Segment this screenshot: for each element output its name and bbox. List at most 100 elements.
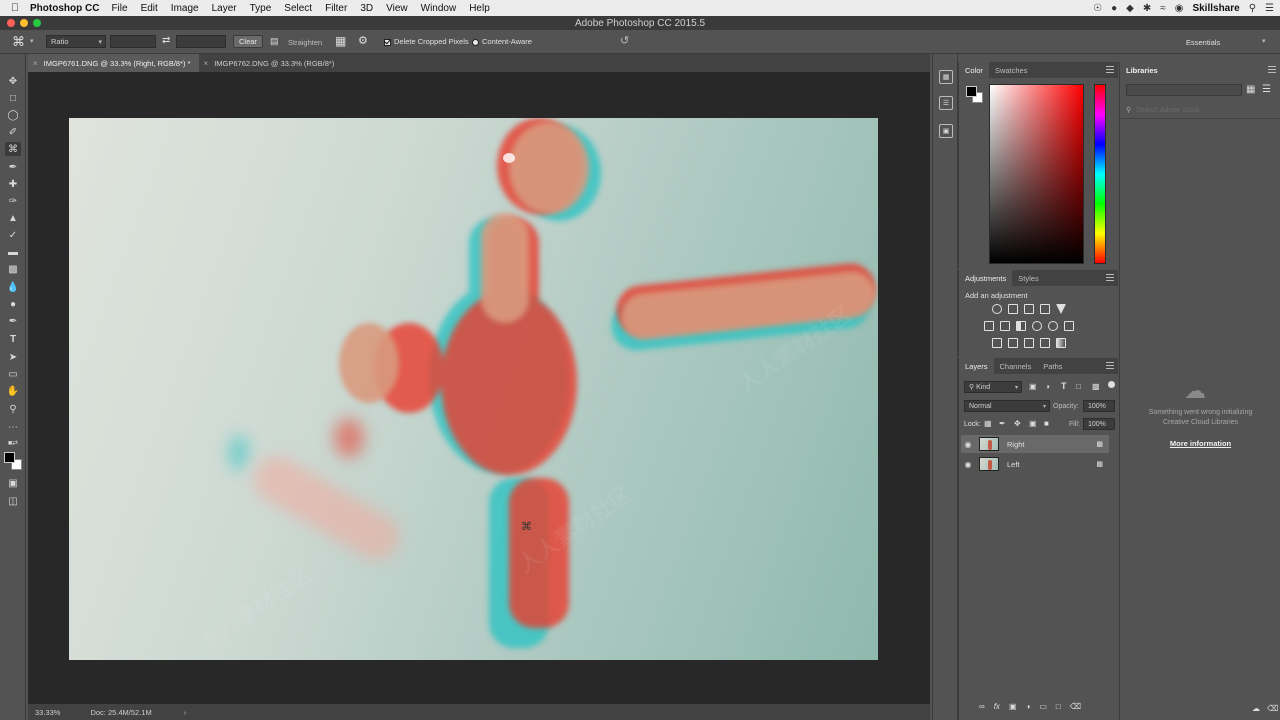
- tab-adjustments[interactable]: Adjustments: [959, 270, 1013, 286]
- marquee-tool-icon[interactable]: □: [5, 91, 21, 105]
- filter-type-icon[interactable]: T: [1061, 381, 1067, 391]
- menu-window[interactable]: Window: [421, 3, 457, 14]
- rectangle-tool-icon[interactable]: ▭: [5, 367, 21, 381]
- spotlight-search-icon[interactable]: ⚲: [1249, 3, 1256, 14]
- new-layer-icon[interactable]: □: [1056, 702, 1061, 711]
- minimize-window-button[interactable]: [20, 19, 28, 27]
- tab-paths[interactable]: Paths: [1037, 358, 1068, 374]
- ratio-width-field[interactable]: [110, 35, 156, 48]
- tab-styles[interactable]: Styles: [1012, 270, 1044, 286]
- lock-artboard-icon[interactable]: ▣: [1029, 419, 1037, 428]
- properties-panel-icon[interactable]: ☰: [939, 96, 953, 110]
- pen-tool-icon[interactable]: ✒: [5, 314, 21, 328]
- eraser-tool-icon[interactable]: ▬: [5, 245, 21, 259]
- close-window-button[interactable]: [7, 19, 15, 27]
- delete-cropped-checkbox[interactable]: Delete Cropped Pixels: [384, 37, 469, 46]
- overlay-grid-icon[interactable]: ▦: [335, 34, 346, 48]
- app-menu[interactable]: Photoshop CC: [30, 3, 99, 14]
- filter-toggle-icon[interactable]: [1108, 381, 1115, 388]
- menu-help[interactable]: Help: [469, 3, 490, 14]
- notification-list-icon[interactable]: ☰: [1265, 3, 1274, 14]
- lasso-tool-icon[interactable]: ◯: [5, 108, 21, 122]
- visibility-eye-icon[interactable]: ◉: [961, 440, 975, 449]
- brightness-contrast-icon[interactable]: [992, 304, 1002, 314]
- panel-menu-icon[interactable]: [1106, 66, 1114, 73]
- workspace-switcher[interactable]: Essentials: [1186, 38, 1220, 47]
- chevron-right-icon[interactable]: ›: [184, 708, 187, 717]
- move-tool-icon[interactable]: ✥: [5, 74, 21, 88]
- menu-layer[interactable]: Layer: [212, 3, 237, 14]
- clone-stamp-tool-icon[interactable]: ▲: [5, 211, 21, 225]
- wifi-icon[interactable]: ≈: [1160, 3, 1166, 14]
- screen-mode-icon[interactable]: ◫: [5, 494, 21, 508]
- color-lookup-icon[interactable]: [1064, 321, 1074, 331]
- tab-color[interactable]: Color: [959, 62, 989, 78]
- close-tab-icon[interactable]: ×: [204, 59, 209, 68]
- paragraph-panel-icon[interactable]: ▣: [939, 124, 953, 138]
- dropbox-icon[interactable]: ◆: [1126, 3, 1134, 14]
- skillshare-label[interactable]: Skillshare: [1192, 3, 1239, 14]
- gradient-tool-icon[interactable]: ▩: [5, 262, 21, 276]
- content-aware-checkbox[interactable]: Content-Aware: [472, 37, 532, 46]
- channel-mixer-icon[interactable]: [1048, 321, 1058, 331]
- selective-color-icon[interactable]: [1040, 338, 1050, 348]
- layer-name[interactable]: Left: [1007, 460, 1020, 469]
- ratio-height-field[interactable]: [176, 35, 226, 48]
- swap-dimensions-icon[interactable]: ⇄: [162, 35, 170, 46]
- chevron-down-icon[interactable]: ▾: [30, 37, 34, 45]
- new-group-icon[interactable]: ▭: [1039, 702, 1047, 711]
- doc-tab-imgp6761[interactable]: × IMGP6761.DNG @ 33.3% (Right, RGB/8*) *: [28, 54, 199, 72]
- brush-tool-icon[interactable]: ✑: [5, 194, 21, 208]
- menu-edit[interactable]: Edit: [141, 3, 158, 14]
- bluetooth-icon[interactable]: ✱: [1143, 3, 1151, 14]
- delete-layer-icon[interactable]: ⌫: [1070, 702, 1081, 711]
- sync-icon[interactable]: ☁: [1252, 704, 1260, 713]
- lock-pixels-icon[interactable]: ✒: [999, 419, 1006, 428]
- levels-icon[interactable]: [1008, 304, 1018, 314]
- vibrance-icon[interactable]: [1056, 304, 1066, 314]
- menu-file[interactable]: File: [111, 3, 127, 14]
- menu-filter[interactable]: Filter: [325, 3, 347, 14]
- invert-icon[interactable]: [992, 338, 1002, 348]
- doc-tab-imgp6762[interactable]: × IMGP6762.DNG @ 33.3% (RGB/8*): [199, 54, 343, 72]
- layer-name[interactable]: Right: [1007, 440, 1025, 449]
- path-selection-tool-icon[interactable]: ➤: [5, 350, 21, 364]
- lock-transparency-icon[interactable]: ▦: [984, 419, 992, 428]
- eyedropper-tool-icon[interactable]: ✒: [5, 160, 21, 174]
- grid-view-icon[interactable]: ▦: [1246, 84, 1255, 95]
- new-adjustment-layer-icon[interactable]: ◑: [1026, 702, 1031, 711]
- hand-tool-icon[interactable]: ✋: [5, 384, 21, 398]
- threshold-icon[interactable]: [1024, 338, 1034, 348]
- curves-icon[interactable]: [1024, 304, 1034, 314]
- exposure-icon[interactable]: [1040, 304, 1050, 314]
- list-view-icon[interactable]: ☰: [1262, 84, 1271, 95]
- link-layers-icon[interactable]: ∞: [979, 702, 985, 711]
- visibility-eye-icon[interactable]: ◉: [961, 460, 975, 469]
- color-foreground-swatch[interactable]: [966, 86, 977, 97]
- reset-icon[interactable]: ↺: [620, 34, 629, 47]
- menu-3d[interactable]: 3D: [360, 3, 373, 14]
- tab-swatches[interactable]: Swatches: [989, 62, 1034, 78]
- clear-button[interactable]: Clear: [233, 35, 263, 48]
- panel-menu-icon[interactable]: [1106, 274, 1114, 281]
- add-mask-icon[interactable]: ▣: [1009, 702, 1017, 711]
- tab-channels[interactable]: Channels: [994, 358, 1038, 374]
- layer-filter-kind-select[interactable]: ⚲ Kind ▾: [964, 381, 1022, 393]
- stock-search-input[interactable]: Search Adobe Stock: [1136, 107, 1199, 114]
- more-information-link[interactable]: More information: [1120, 439, 1280, 448]
- healing-brush-tool-icon[interactable]: ✚: [5, 177, 21, 191]
- ratio-select[interactable]: Ratio ▾: [46, 35, 106, 48]
- hue-saturation-icon[interactable]: [984, 321, 994, 331]
- panel-menu-icon[interactable]: [1268, 66, 1276, 73]
- layer-row-left[interactable]: ◉ Left ▩: [961, 455, 1109, 473]
- color-field[interactable]: [989, 84, 1084, 264]
- filter-shape-icon[interactable]: □: [1076, 382, 1081, 391]
- crop-tool-preset-icon[interactable]: ⌘: [12, 34, 25, 50]
- menu-view[interactable]: View: [386, 3, 408, 14]
- panel-menu-icon[interactable]: [1106, 362, 1114, 369]
- black-white-icon[interactable]: [1016, 321, 1026, 331]
- filter-smart-object-icon[interactable]: ▩: [1092, 382, 1100, 391]
- filter-adjustment-icon[interactable]: ◑: [1045, 382, 1050, 391]
- straighten-label[interactable]: Straighten: [288, 38, 322, 47]
- blur-tool-icon[interactable]: 💧: [5, 280, 21, 294]
